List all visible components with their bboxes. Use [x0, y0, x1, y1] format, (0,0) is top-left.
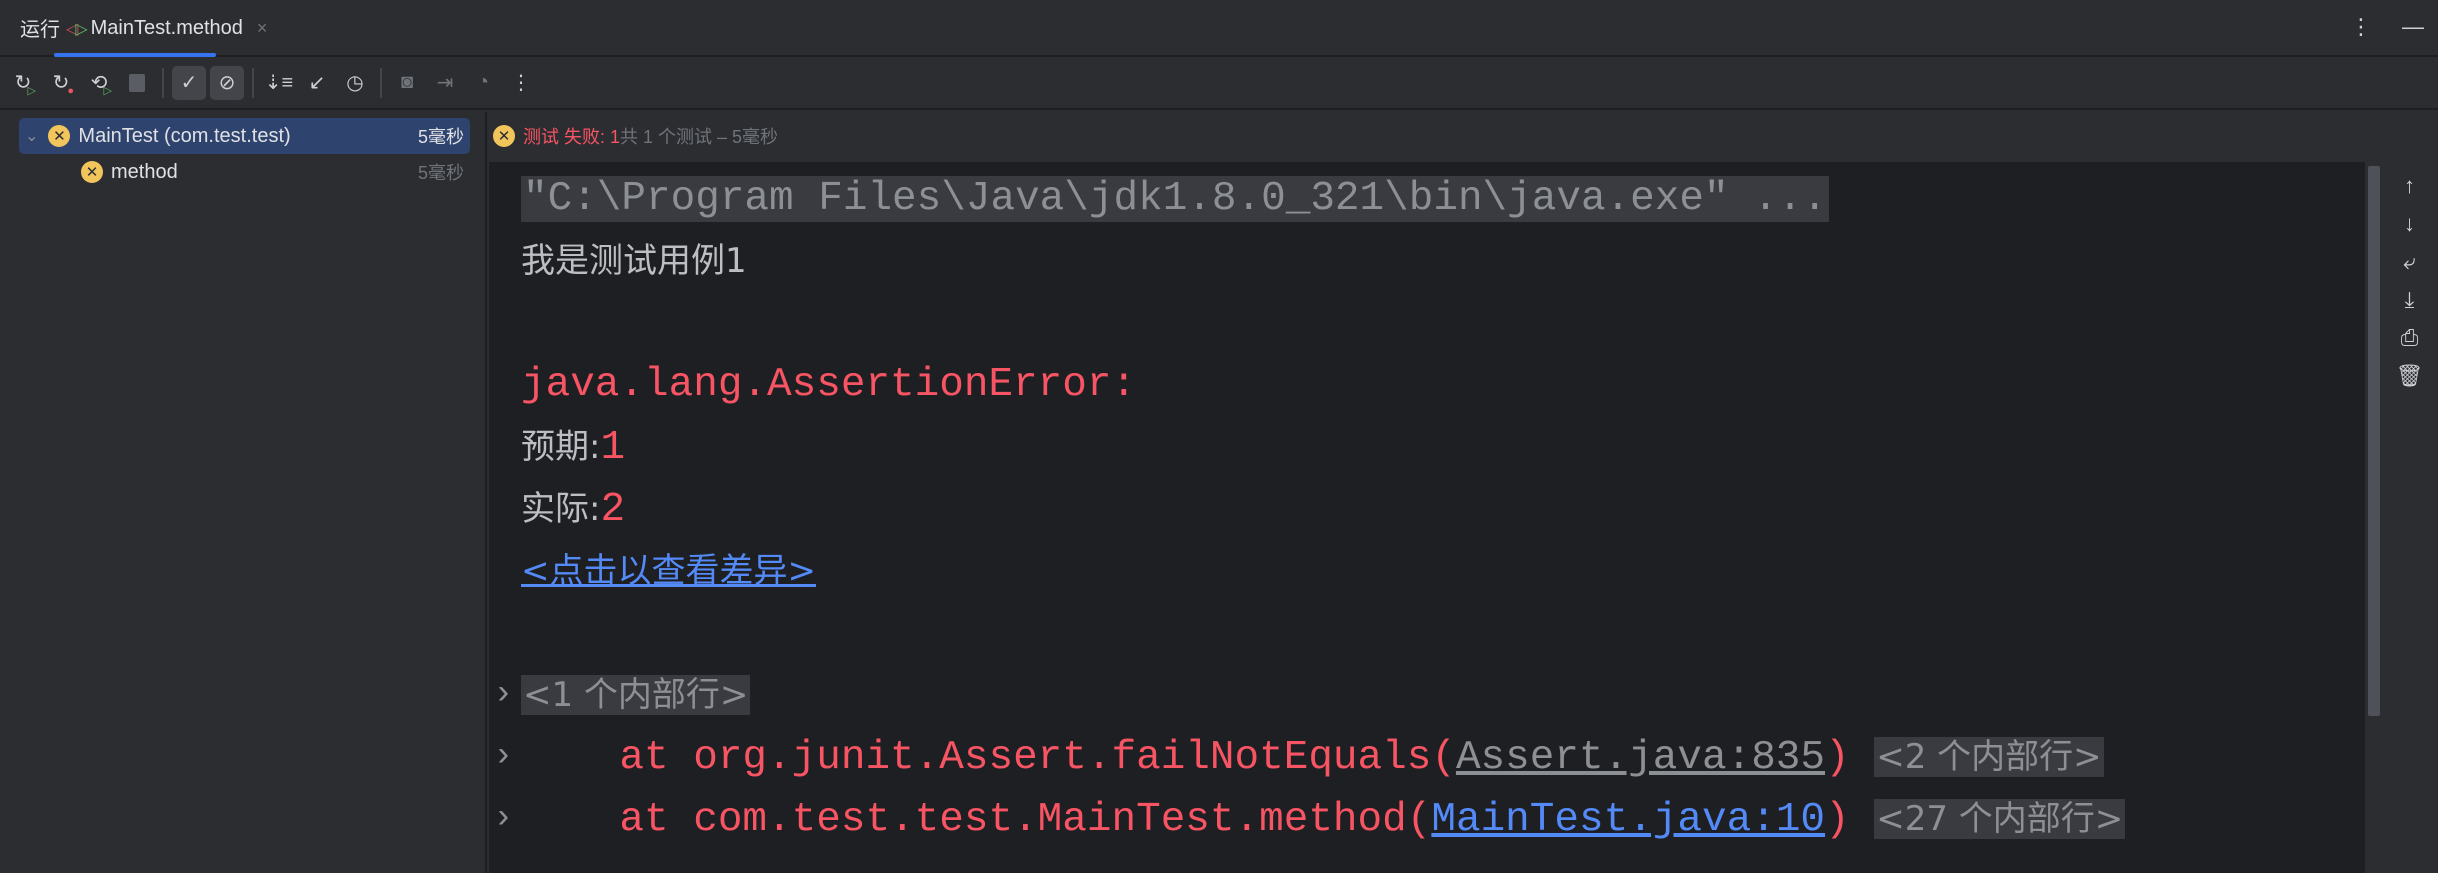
more-icon[interactable]: ⋮ [504, 66, 538, 100]
scroll-to-end-icon[interactable]: ⤓ [2405, 286, 2415, 314]
error-line: java.lang.AssertionError: [521, 362, 1137, 408]
tree-item-method[interactable]: ✕ method 5毫秒 [81, 154, 470, 190]
camera-icon[interactable]: ◙ [390, 66, 424, 100]
tree-item-label: method [111, 160, 178, 183]
console-scrollbar[interactable] [2365, 162, 2381, 873]
tree-item-time: 5毫秒 [417, 127, 464, 147]
actual-value: 2 [600, 487, 626, 533]
toolbar-separator [162, 67, 164, 98]
show-ignored-icon[interactable]: ⊘ [210, 65, 244, 100]
chevron-right-icon[interactable]: › [493, 788, 513, 850]
test-tree: ⌄ ✕ MainTest (com.test.test) 5毫秒 ✕ metho… [0, 112, 487, 873]
command-line[interactable]: "C:\Program Files\Java\jdk1.8.0_321\bin\… [521, 176, 1830, 222]
test-summary: 共 1 个测试 – 5毫秒 [620, 127, 779, 147]
soft-wrap-icon[interactable]: ⤶ [2403, 248, 2415, 276]
actual-label: 实际: [521, 489, 601, 529]
expected-value: 1 [600, 425, 626, 471]
test-failed-icon: ✕ [493, 125, 515, 147]
test-failed-icon: ✕ [81, 161, 103, 183]
close-icon[interactable]: × [257, 18, 268, 39]
internal-lines-fold[interactable]: <27 个内部行> [1874, 799, 2126, 839]
chevron-right-icon[interactable]: › [493, 664, 513, 726]
stop-icon[interactable] [120, 66, 154, 100]
trash-icon[interactable]: 🗑 [2396, 362, 2424, 390]
tree-item-maintest[interactable]: ⌄ ✕ MainTest (com.test.test) 5毫秒 [19, 118, 470, 154]
rerun-failed-icon[interactable]: ↻ ● [44, 66, 78, 100]
chevron-down-icon[interactable]: ⌄ [25, 126, 38, 146]
tool-window-header: 运行 ◁▷ MainTest.method × ⋮ — [0, 0, 2438, 57]
more-options-icon[interactable]: ⋮ [2350, 14, 2372, 40]
stack-frame-text: at org.junit.Assert.failNotEquals( [521, 735, 1456, 781]
tree-item-label: MainTest (com.test.test) [78, 124, 291, 147]
minimize-icon[interactable]: — [2402, 14, 2424, 40]
stdout-line: 我是测试用例1 [521, 241, 747, 281]
source-link[interactable]: Assert.java:835 [1456, 735, 1825, 781]
test-run-icon: ◁▷ [66, 20, 88, 38]
toolbar-separator [380, 67, 382, 98]
history-icon[interactable]: ◷ [338, 66, 372, 100]
tab-label: MainTest.method [90, 17, 243, 39]
internal-lines-fold[interactable]: <1 个内部行> [521, 675, 751, 715]
chevron-right-icon[interactable]: › [493, 726, 513, 788]
import-icon[interactable]: ⇥ [428, 66, 462, 100]
show-passed-icon[interactable]: ✓ [172, 65, 206, 100]
console-side-toolbar: ↑ ↓ ⤶ ⤓ ⎙ 🗑 [2381, 162, 2438, 390]
internal-lines-fold[interactable]: <2 个内部行> [1874, 737, 2104, 777]
toggle-autotest-icon[interactable]: ⟲ ▷ [82, 66, 116, 100]
test-toolbar: ↻ ▷ ↻ ● ⟲ ▷ ✓ ⊘ ⇣≡ ↙ ◷ ◙ ⇥ ◔ ⋮ [0, 57, 2438, 110]
stack-frame-text: ) [1825, 797, 1850, 843]
view-diff-link[interactable]: <点击以查看差异> [521, 540, 816, 602]
arrow-down-icon[interactable]: ↓ [2404, 210, 2415, 238]
arrow-up-icon[interactable]: ↑ [2404, 172, 2415, 200]
scrollbar-thumb[interactable] [2368, 166, 2380, 716]
sort-icon[interactable]: ⇣≡ [262, 66, 296, 100]
source-link[interactable]: MainTest.java:10 [1431, 797, 1825, 843]
tab-maintest-method[interactable]: ◁▷ MainTest.method × [54, 0, 267, 57]
rerun-icon[interactable]: ↻ ▷ [6, 66, 40, 100]
coverage-icon[interactable]: ◔ [466, 66, 500, 100]
toolbar-separator [252, 67, 254, 98]
test-status-bar: ✕ 测试 失败: 1 共 1 个测试 – 5毫秒 [489, 112, 778, 160]
expected-label: 预期: [521, 427, 601, 467]
tree-item-time: 5毫秒 [417, 163, 464, 183]
failed-count: 测试 失败: 1 [523, 127, 621, 147]
stack-frame-text: ) [1825, 735, 1850, 781]
collapse-icon[interactable]: ↙ [300, 66, 334, 100]
stack-frame-text: at com.test.test.MainTest.method( [521, 797, 1432, 843]
test-failed-icon: ✕ [48, 125, 71, 147]
print-icon[interactable]: ⎙ [2401, 324, 2419, 352]
console-output[interactable]: "C:\Program Files\Java\jdk1.8.0_321\bin\… [489, 162, 2365, 873]
